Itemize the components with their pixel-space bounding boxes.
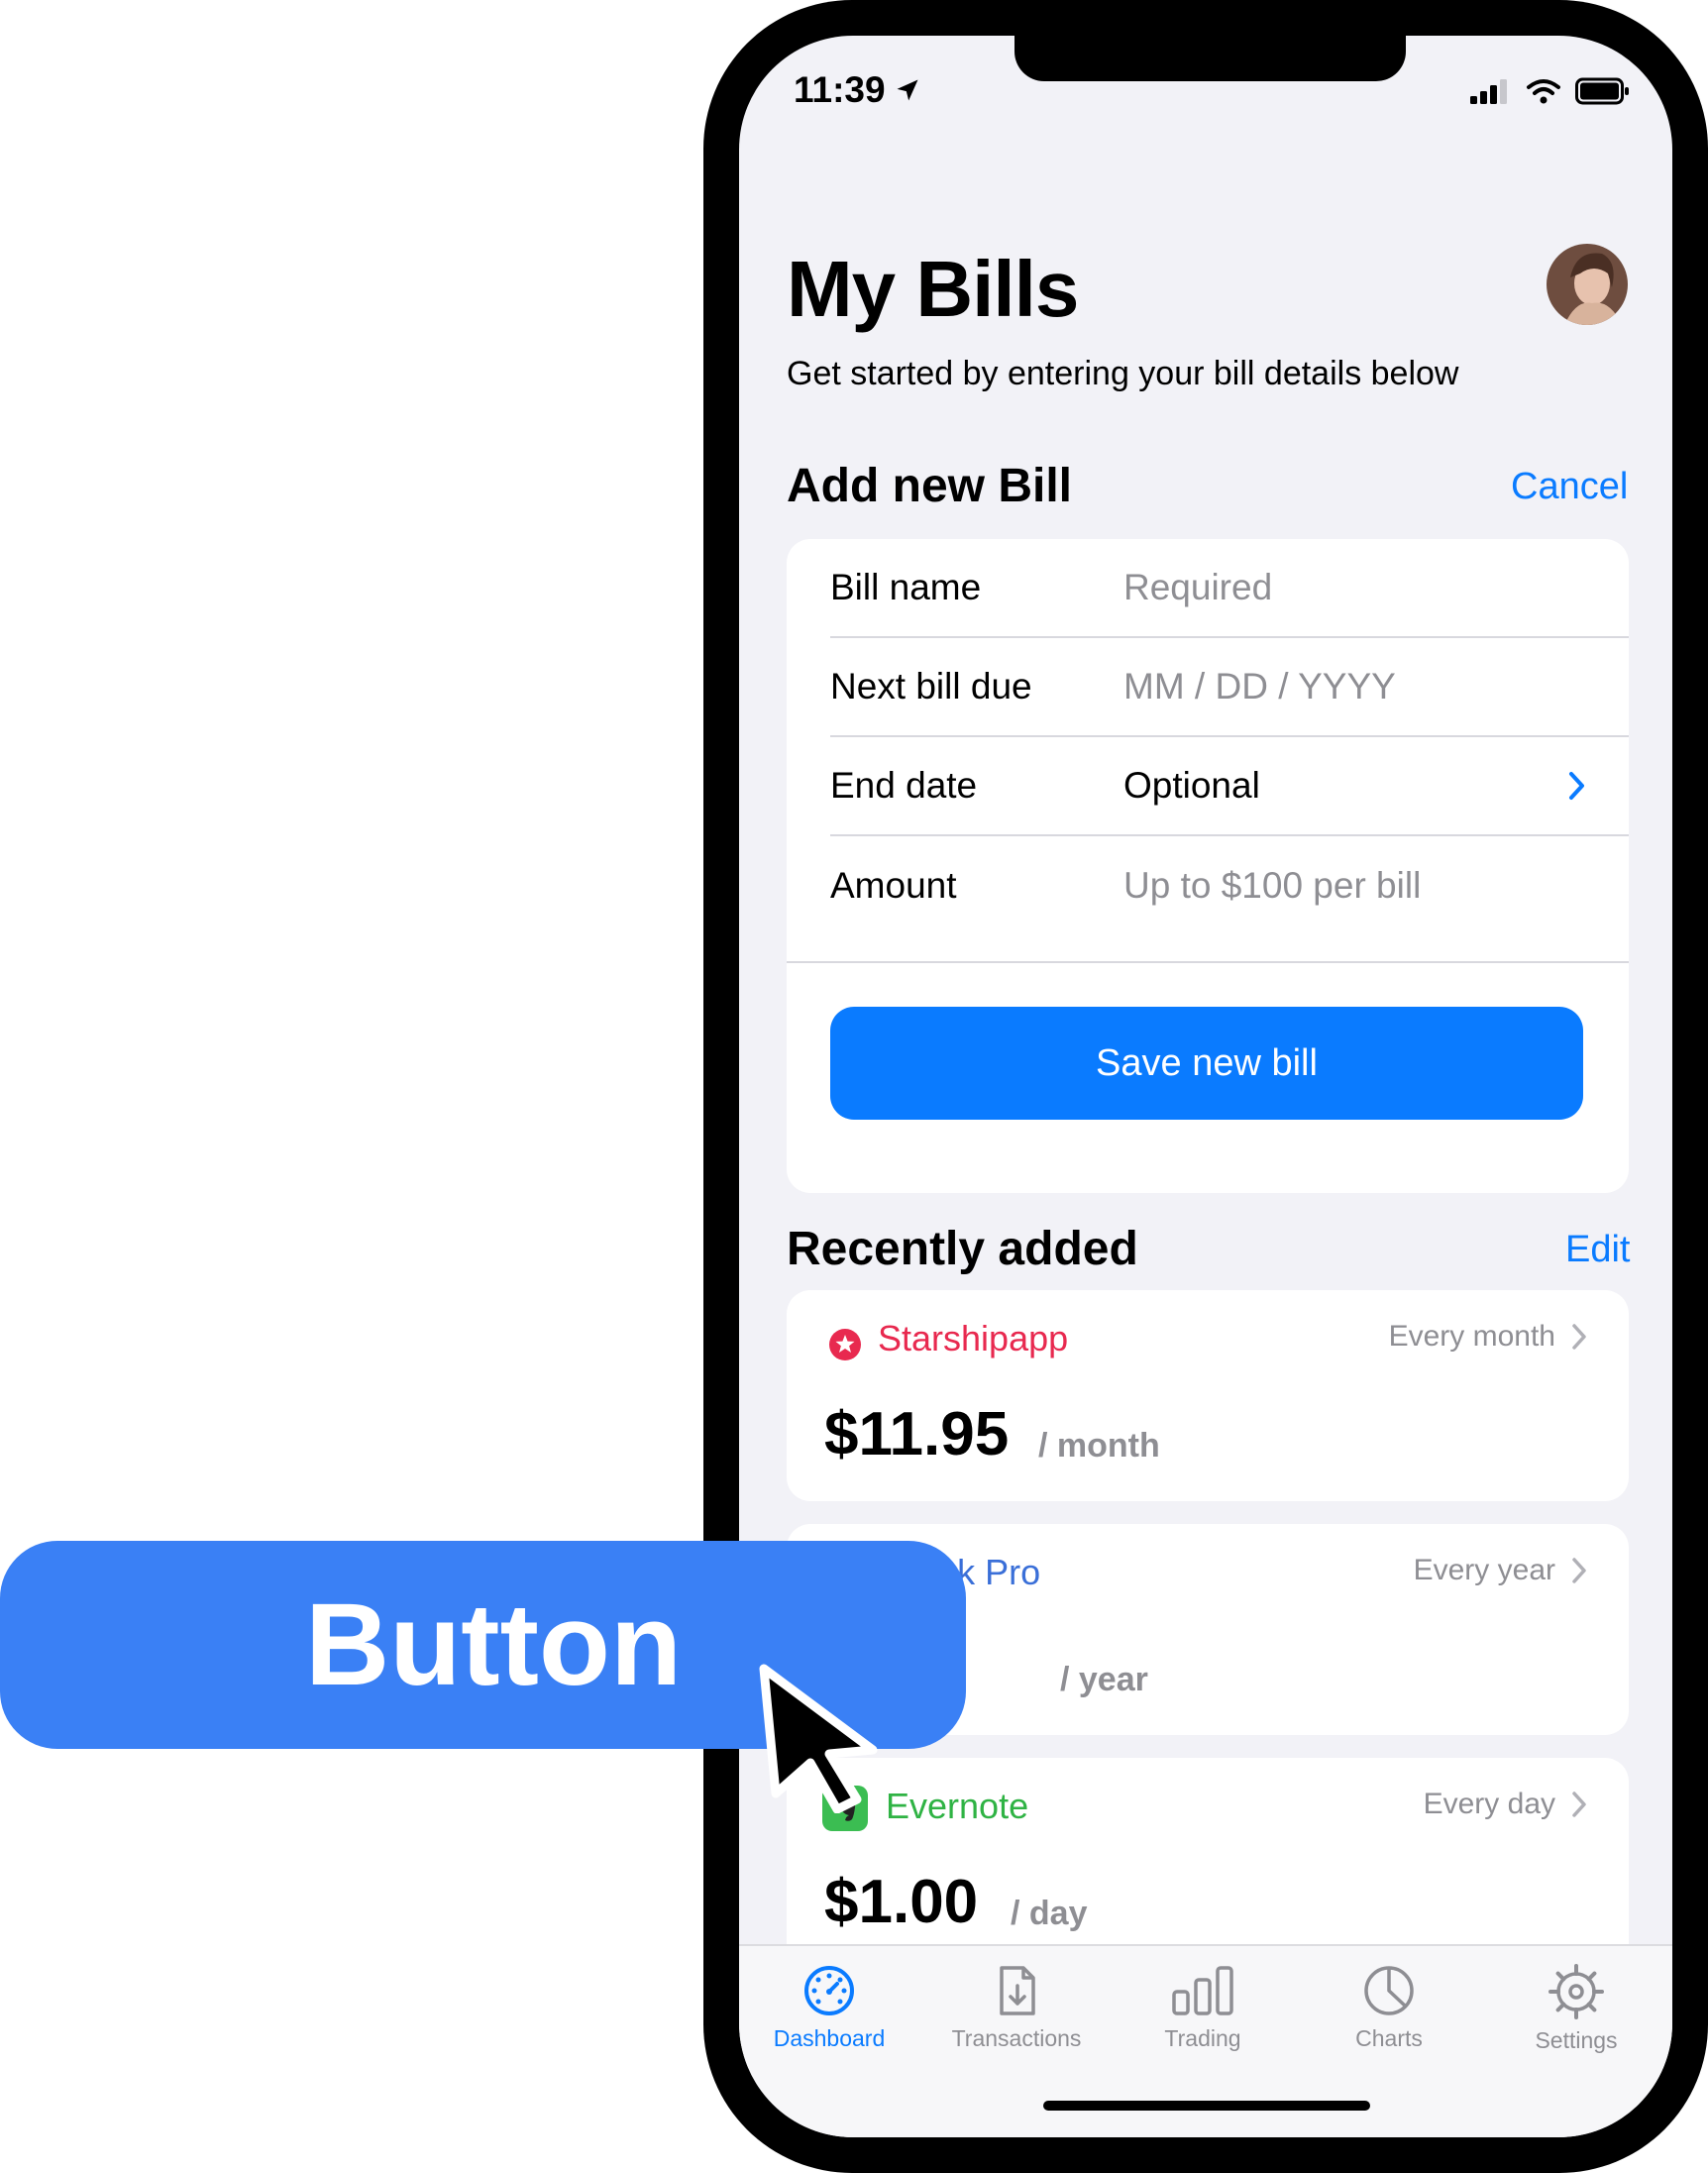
cancel-link[interactable]: Cancel [1511, 466, 1628, 508]
avatar-image [1547, 244, 1628, 325]
bill-unit: / year [1060, 1661, 1148, 1698]
bill-card-evernote[interactable]: Evernote Every day $1.00 / day [787, 1758, 1629, 1969]
form-divider [787, 961, 1629, 963]
bill-frequency-text: Every month [1388, 1320, 1555, 1353]
notch [1014, 36, 1406, 81]
tab-charts[interactable]: Charts [1300, 1964, 1478, 2052]
bill-frequency[interactable]: Every year [1414, 1554, 1587, 1587]
next-bill-due-label: Next bill due [830, 666, 1032, 706]
chevron-right-icon [1572, 1324, 1586, 1350]
bill-frequency-text: Every day [1423, 1788, 1555, 1820]
bill-unit: / month [1038, 1427, 1160, 1465]
wifi-icon [1527, 79, 1560, 104]
transactions-icon [1000, 1966, 1035, 2015]
status-time-text: 11:39 [794, 69, 886, 110]
location-arrow-icon [897, 79, 918, 101]
cellular-signal-icon [1470, 79, 1507, 104]
bill-name: Evernote [886, 1786, 1029, 1826]
trading-icon [1172, 1966, 1233, 2015]
bill-name-row[interactable]: Bill name Required [830, 539, 1629, 638]
tab-label: Dashboard [773, 2025, 886, 2051]
chevron-right-icon [1572, 1558, 1586, 1583]
bill-amount: $11.95 [824, 1400, 1010, 1468]
recently-added-section-title: Recently added [787, 1223, 1138, 1275]
status-indicators [1468, 77, 1631, 105]
tab-settings[interactable]: Settings [1487, 1964, 1665, 2054]
end-date-value[interactable]: Optional [1123, 765, 1260, 807]
page-subtitle: Get started by entering your bill detail… [787, 355, 1459, 392]
phone-frame: 11:39 My Bills Get started by entering y… [703, 0, 1708, 2173]
star-badge-icon [829, 1329, 861, 1360]
tab-label: Settings [1535, 2027, 1618, 2053]
next-bill-due-field[interactable]: MM / DD / YYYY [1123, 666, 1396, 707]
tab-label: Charts [1355, 2025, 1423, 2051]
bill-frequency[interactable]: Every day [1424, 1788, 1587, 1821]
tab-trading[interactable]: Trading [1114, 1964, 1292, 2052]
bill-name-field[interactable]: Required [1123, 567, 1272, 608]
status-time: 11:39 [794, 69, 921, 111]
bill-frequency[interactable]: Every month [1389, 1320, 1587, 1354]
amount-field[interactable]: Up to $100 per bill [1123, 865, 1421, 907]
bill-name-label: Bill name [830, 567, 982, 607]
amount-label: Amount [830, 865, 957, 906]
tab-label: Transactions [951, 2025, 1082, 2051]
add-bill-section-title: Add new Bill [787, 460, 1072, 512]
home-indicator [1043, 2101, 1370, 2111]
chevron-right-icon [1572, 1792, 1586, 1817]
dashboard-icon [804, 1966, 854, 2015]
edit-link[interactable]: Edit [1565, 1229, 1630, 1271]
charts-icon [1364, 1966, 1414, 2015]
bill-frequency-text: Every year [1413, 1554, 1555, 1586]
page-title: My Bills [787, 245, 1079, 333]
settings-icon [1548, 1964, 1604, 2019]
chevron-right-icon[interactable] [1567, 770, 1587, 802]
app-screen: 11:39 My Bills Get started by entering y… [739, 36, 1672, 2137]
end-date-row[interactable]: End date Optional [830, 737, 1629, 836]
tab-transactions[interactable]: Transactions [927, 1964, 1106, 2052]
tab-dashboard[interactable]: Dashboard [740, 1964, 918, 2052]
amount-row[interactable]: Amount Up to $100 per bill [830, 836, 1629, 935]
bill-amount: $1.00 [824, 1868, 979, 1936]
tab-label: Trading [1164, 2025, 1241, 2051]
end-date-label: End date [830, 765, 978, 806]
battery-icon [1575, 77, 1629, 105]
bill-name: Starshipapp [878, 1318, 1069, 1358]
add-bill-form: Bill name Required Next bill due MM / DD… [787, 539, 1629, 1193]
bill-unit: / day [1011, 1895, 1088, 1932]
save-new-bill-button[interactable]: Save new bill [830, 1007, 1583, 1120]
mouse-pointer-icon [759, 1664, 878, 1813]
bill-card-starshipapp[interactable]: Starshipapp Every month $11.95 / month [787, 1290, 1629, 1501]
avatar[interactable] [1547, 244, 1628, 325]
next-bill-due-row[interactable]: Next bill due MM / DD / YYYY [830, 638, 1629, 737]
